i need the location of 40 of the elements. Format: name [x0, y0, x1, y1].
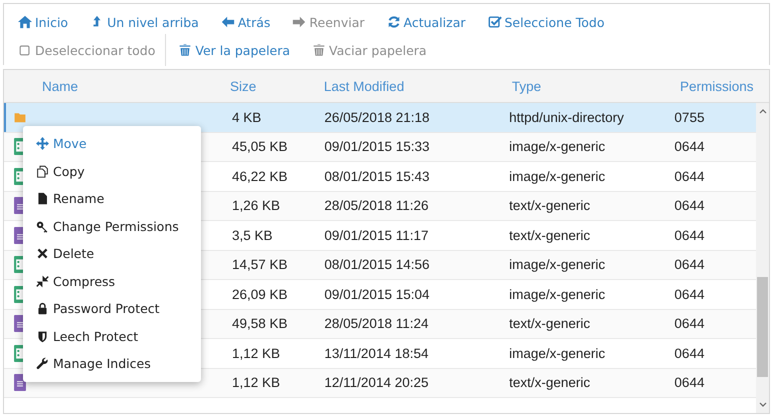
file-size: 1,12 KB: [230, 346, 281, 361]
file-permissions: 0644: [673, 198, 706, 214]
modified-date: 09/01/2015 11:17: [323, 228, 430, 243]
modified-date: 28/05/2018 11:24: [323, 316, 430, 332]
file-type: text/x-generic: [508, 198, 592, 214]
file-permissions: 0644: [673, 257, 706, 272]
file-size: 45,05 KB: [230, 139, 288, 154]
file-type: httpd/unix-directory: [508, 110, 625, 125]
file-permissions: 0644: [673, 228, 706, 243]
file-type: image/x-generic: [508, 168, 606, 184]
file-size: 26,09 KB: [230, 286, 288, 302]
file-size: 46,22 KB: [230, 168, 288, 184]
file-type: image/x-generic: [508, 346, 606, 361]
file-permissions: 0644: [673, 286, 706, 302]
file-permissions: 0644: [673, 168, 706, 184]
file-size: 14,57 KB: [230, 257, 288, 272]
file-type: image/x-generic: [508, 286, 606, 302]
modified-date: 26/05/2018 21:18: [323, 110, 430, 125]
file-size: 1,12 KB: [230, 375, 281, 390]
modified-date: 13/11/2014 18:54: [323, 346, 430, 361]
file-size: 49,58 KB: [230, 316, 288, 332]
file-type: text/x-generic: [508, 228, 592, 243]
modified-date: 12/11/2014 20:25: [323, 375, 430, 390]
modified-date: 28/05/2018 11:26: [323, 198, 430, 214]
file-permissions: 0644: [673, 139, 706, 154]
file-type: image/x-generic: [508, 139, 606, 154]
modified-date: 08/01/2015 15:43: [323, 168, 430, 184]
file-permissions: 0644: [673, 375, 706, 390]
file-permissions: 0644: [673, 346, 706, 361]
file-size: 4 KB: [230, 110, 262, 125]
file-type: text/x-generic: [508, 316, 592, 332]
file-permissions: 0755: [673, 110, 706, 125]
modified-date: 09/01/2015 15:33: [323, 139, 430, 154]
file-type: text/x-generic: [508, 375, 592, 390]
file-permissions: 0644: [673, 316, 706, 332]
modified-date: 09/01/2015 15:04: [323, 286, 430, 302]
file-size: 3,5 KB: [230, 228, 274, 243]
modified-date: 08/01/2015 14:56: [323, 257, 430, 272]
file-type: image/x-generic: [508, 257, 606, 272]
file-size: 1,26 KB: [230, 198, 281, 214]
